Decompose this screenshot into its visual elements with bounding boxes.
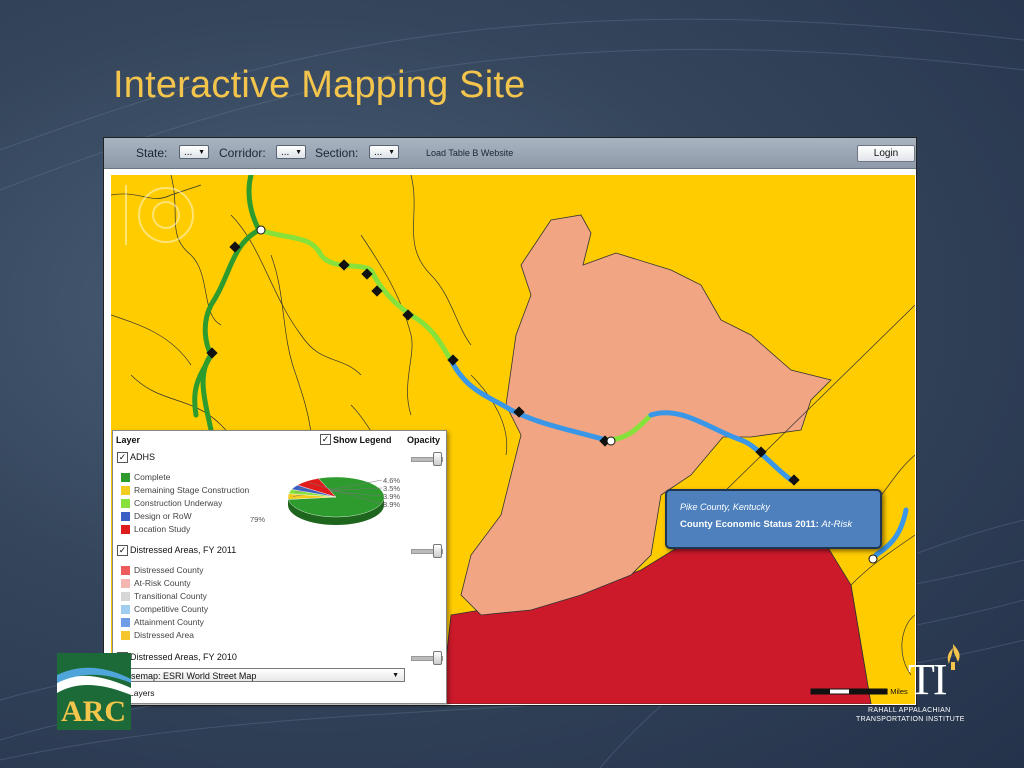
chevron-down-icon: ▼ — [388, 149, 395, 156]
legend-item: Competitive County — [134, 604, 209, 614]
legend-swatch-remaining — [121, 486, 130, 495]
pie-data-label: 79% — [250, 515, 266, 524]
corridor-select[interactable]: ... ▼ — [276, 145, 306, 159]
load-table-b-link[interactable]: Load Table B Website — [426, 148, 513, 158]
section-label: Section: — [315, 146, 359, 160]
opacity-slider-thumb[interactable] — [433, 651, 442, 665]
legend-swatch-attainment-county — [121, 618, 130, 627]
legend-item: Complete — [134, 472, 171, 482]
legend-swatch-distressed-county — [121, 566, 130, 575]
basemap-select[interactable]: Basemap: ESRI World Street Map ▼ — [116, 668, 405, 682]
opacity-slider-thumb[interactable] — [433, 452, 442, 466]
chevron-down-icon: ▼ — [198, 149, 205, 156]
county-info-popup[interactable]: Pike County, Kentucky County Economic St… — [665, 489, 882, 549]
section-select-value: ... — [374, 147, 383, 158]
layer-checkbox-distressed-2011[interactable]: ✓ — [117, 545, 128, 556]
section-select[interactable]: ... ▼ — [369, 145, 399, 159]
state-select-value: ... — [184, 147, 193, 158]
login-button[interactable]: Login — [857, 145, 915, 162]
toolbar: State: ... ▼ Corridor: ... ▼ Section: ... ▼… — [104, 138, 916, 169]
slide-title: Interactive Mapping Site — [113, 64, 526, 106]
state-label: State: — [136, 146, 168, 160]
corridor-select-value: ... — [281, 147, 290, 158]
layers-toggle[interactable]: Layers — [129, 688, 155, 698]
legend-swatch-at-risk-county — [121, 579, 130, 588]
rati-line-2: TRANSPORTATION INSTITUTE — [856, 716, 965, 723]
popup-status-row: County Economic Status 2011: At-Risk — [680, 519, 852, 530]
opacity-header: Opacity — [407, 435, 441, 445]
pie-data-label: 8.9% — [383, 500, 401, 509]
state-select[interactable]: ... ▼ — [179, 145, 209, 159]
legend-swatch-competitive-county — [121, 605, 130, 614]
interchange-icon — [256, 225, 266, 235]
layer-checkbox-adhs[interactable]: ✓ — [117, 452, 128, 463]
legend-swatch-transitional-county — [121, 592, 130, 601]
arc-logo: ARC — [57, 653, 131, 730]
layer-label-distressed-2011: Distressed Areas, FY 2011 — [130, 545, 237, 555]
legend-swatch-underway — [121, 499, 130, 508]
show-legend-checkbox[interactable]: ✓ — [320, 434, 331, 445]
adhs-pie-chart — [287, 476, 385, 525]
legend-item: Construction Underway — [134, 498, 223, 508]
popup-county-name: Pike County, Kentucky — [680, 502, 770, 512]
legend-item: Attainment County — [134, 617, 204, 627]
popup-status-label: County Economic Status 2011: — [680, 519, 819, 530]
layer-legend-panel: Layer ✓ Show Legend Opacity ✓ ADHS Compl… — [112, 430, 447, 704]
legend-item: At-Risk County — [134, 578, 191, 588]
legend-swatch-distressed-area — [121, 631, 130, 640]
opacity-slider-thumb[interactable] — [433, 544, 442, 558]
legend-item: Distressed Area — [134, 630, 194, 640]
rati-logo: TI RAHALL APPALACHIAN TRANSPORTATION INS… — [850, 640, 980, 730]
chevron-down-icon: ▼ — [392, 672, 399, 679]
layer-label-adhs: ADHS — [130, 452, 156, 462]
interchange-icon — [868, 554, 878, 564]
chevron-down-icon: ▼ — [295, 149, 302, 156]
legend-item: Transitional County — [134, 591, 207, 601]
legend-item: Distressed County — [134, 565, 204, 575]
layer-header: Layer — [116, 435, 141, 445]
legend-swatch-design — [121, 512, 130, 521]
interchange-icon — [606, 436, 616, 446]
corridor-label: Corridor: — [219, 146, 266, 160]
legend-swatch-complete — [121, 473, 130, 482]
layer-label-distressed-2010: Distressed Areas, FY 2010 — [130, 652, 237, 662]
basemap-select-value: Basemap: ESRI World Street Map — [120, 671, 257, 681]
show-legend-label: Show Legend — [333, 435, 392, 445]
rati-line-1: RAHALL APPALACHIAN — [868, 707, 951, 714]
legend-item: Design or RoW — [134, 511, 192, 521]
popup-status-value: At-Risk — [821, 519, 853, 530]
arc-logo-text: ARC — [61, 695, 126, 728]
rati-mark: TI — [908, 655, 948, 704]
legend-item: Remaining Stage Construction — [134, 485, 250, 495]
legend-swatch-location — [121, 525, 130, 534]
legend-item: Location Study — [134, 524, 191, 534]
